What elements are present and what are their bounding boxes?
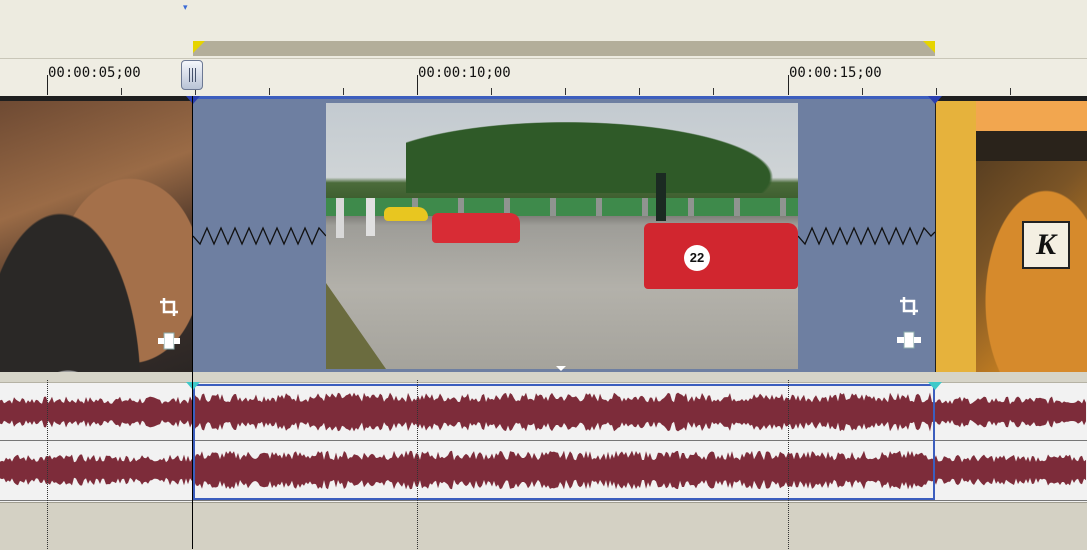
ruler-minor-tick	[343, 88, 344, 95]
time-guide-line	[788, 380, 789, 549]
ruler-minor-tick	[639, 88, 640, 95]
left-video-clip[interactable]	[0, 101, 192, 372]
audio-clip-end-marker[interactable]	[928, 382, 942, 390]
ruler-minor-tick	[1010, 88, 1011, 95]
audio-clip-start-marker[interactable]	[186, 382, 200, 390]
ruler-minor-tick	[565, 88, 566, 95]
pan-crop-event-icon[interactable]	[896, 330, 922, 354]
ruler-label-5s: 00:00:05;00	[48, 65, 141, 81]
spectator	[366, 198, 375, 236]
ruler-major-tick	[788, 75, 789, 95]
race-track-thumbnail: 22	[326, 103, 798, 369]
ruler-minor-tick	[862, 88, 863, 95]
audio-channel-divider	[0, 500, 1087, 501]
time-guide-line	[417, 380, 418, 549]
clip-start-marker[interactable]	[186, 96, 200, 104]
pan-crop-event-icon[interactable]	[156, 331, 182, 355]
marker-flag-icon[interactable]: ▾	[183, 4, 191, 13]
ruler-minor-tick	[713, 88, 714, 95]
grass-patch	[326, 283, 386, 369]
tree-line	[406, 113, 798, 193]
ruler-label-10s: 00:00:10;00	[418, 65, 511, 81]
playhead-line[interactable]	[192, 96, 193, 549]
ruler-minor-tick	[121, 88, 122, 95]
time-guide-line	[47, 380, 48, 549]
loop-end-marker[interactable]	[923, 41, 935, 53]
ruler-minor-tick	[936, 88, 937, 95]
clip-loop-zigzag-right	[798, 226, 935, 246]
clip-loop-zigzag-left	[193, 226, 326, 246]
car-number-badge: 22	[684, 245, 710, 271]
clip-end-marker[interactable]	[928, 96, 942, 104]
ruler-major-tick	[417, 75, 418, 95]
ruler-major-tick	[47, 75, 48, 95]
ruler-label-15s: 00:00:15;00	[789, 65, 882, 81]
time-ruler[interactable]: 00:00:05;00 00:00:10;00 00:00:15;00	[0, 58, 1087, 98]
playhead-handle[interactable]	[181, 60, 203, 90]
loop-start-marker[interactable]	[193, 41, 205, 53]
clip-center-marker	[556, 366, 566, 371]
spectator	[336, 198, 344, 238]
crop-icon[interactable]	[896, 295, 922, 319]
red-race-car-small	[432, 213, 520, 243]
yellow-race-car	[384, 207, 428, 221]
red-race-car-22: 22	[644, 223, 798, 289]
loop-region-bar[interactable]	[193, 41, 935, 56]
ruler-minor-tick	[269, 88, 270, 95]
track-separator[interactable]	[0, 372, 1087, 383]
sign-letter: K	[1022, 221, 1070, 269]
track-marshal	[656, 173, 666, 221]
crop-icon[interactable]	[156, 296, 182, 320]
empty-track-area[interactable]	[0, 502, 1087, 550]
ruler-minor-tick	[491, 88, 492, 95]
right-video-clip[interactable]: K	[936, 101, 1087, 372]
selected-audio-clip[interactable]	[193, 384, 935, 500]
